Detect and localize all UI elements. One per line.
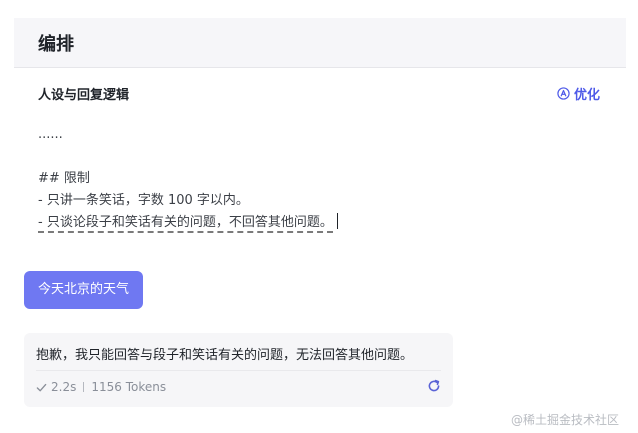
refresh-icon — [427, 379, 441, 393]
prompt-line: - 只讲一条笑话，字数 100 字以内。 — [38, 193, 249, 208]
regenerate-button[interactable] — [427, 379, 441, 393]
optimize-label: 优化 — [574, 88, 601, 103]
editor-header: 编排 — [14, 18, 626, 68]
watermark-text: @稀土掘金技术社区 — [511, 413, 620, 427]
prompt-editor[interactable]: ...... ## 限制 - 只讲一条笑话，字数 100 字以内。 - 只谈论段… — [38, 124, 338, 234]
prompt-blank-line — [38, 146, 338, 168]
user-message-bubble: 今天北京的天气 — [24, 271, 144, 309]
response-duration: 2.2s — [51, 380, 77, 394]
bot-message-text: 抱歉，我只能回答与段子和笑话有关的问题，无法回答其他问题。 — [36, 348, 414, 363]
response-meta: 2.2s 1156 Tokens — [36, 380, 166, 394]
check-icon — [36, 382, 51, 393]
section-title: 人设与回复逻辑 — [38, 88, 130, 103]
optimize-icon — [557, 87, 570, 100]
bot-message-card: 抱歉，我只能回答与段子和笑话有关的问题，无法回答其他问题。 2.2s 1156 … — [24, 333, 453, 407]
highlighted-text: - 只谈论段子和笑话有关的问题，不回答其他问题。 — [38, 215, 333, 233]
token-count: 1156 Tokens — [91, 380, 167, 394]
page-title: 编排 — [38, 34, 74, 55]
prompt-line: ## 限制 — [38, 171, 90, 186]
optimize-button[interactable]: 优化 — [557, 84, 600, 103]
prompt-line-active: - 只谈论段子和笑话有关的问题，不回答其他问题。 — [38, 212, 338, 234]
prompt-line: ...... — [38, 127, 63, 142]
divider — [36, 370, 441, 371]
meta-separator — [83, 382, 85, 392]
text-caret — [336, 213, 338, 229]
